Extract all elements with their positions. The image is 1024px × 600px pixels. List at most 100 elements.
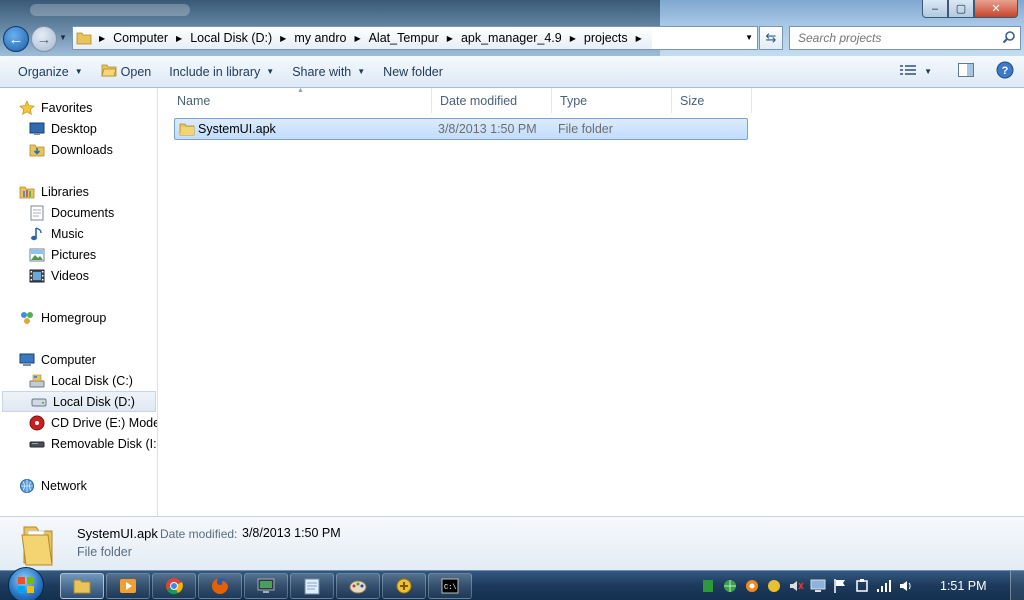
nav-homegroup[interactable]: Homegroup: [18, 307, 106, 328]
breadcrumb-item[interactable]: projects: [580, 27, 632, 49]
breadcrumb-item[interactable]: Local Disk (D:): [186, 27, 276, 49]
file-name: SystemUI.apk: [198, 122, 276, 136]
column-header-name[interactable]: Name: [169, 88, 432, 113]
tray-volume-icon[interactable]: [898, 578, 914, 594]
show-desktop-button[interactable]: [1010, 571, 1024, 600]
nav-desktop[interactable]: Desktop: [28, 118, 97, 139]
nav-label: Favorites: [41, 100, 93, 115]
details-date-value: 3/8/2013 1:50 PM: [242, 526, 341, 540]
address-bar[interactable]: ▶ Computer ▶ Local Disk (D:) ▶ my andro …: [72, 26, 758, 50]
preview-pane-button[interactable]: [958, 63, 974, 80]
tray-yellow-icon[interactable]: [766, 578, 782, 594]
chevron-right-icon[interactable]: ▶: [95, 34, 109, 43]
column-header-type[interactable]: Type: [552, 88, 672, 113]
open-label: Open: [120, 64, 152, 79]
address-dropdown-icon[interactable]: ▼: [745, 33, 753, 42]
nav-disk-c[interactable]: Local Disk (C:): [28, 370, 133, 391]
taskbar-explorer-button[interactable]: [60, 573, 104, 599]
recent-pages-dropdown[interactable]: ▼: [59, 33, 67, 42]
breadcrumb-item[interactable]: my andro: [290, 27, 350, 49]
monitor-app-icon: [257, 578, 275, 593]
downloads-folder-icon: [28, 142, 46, 158]
nav-network[interactable]: Network: [18, 475, 87, 496]
organize-button[interactable]: Organize ▼: [0, 56, 92, 87]
tray-orange-icon[interactable]: [744, 578, 760, 594]
minimize-button[interactable]: –: [922, 0, 948, 18]
tray-green-icon[interactable]: [700, 578, 716, 594]
nav-pictures[interactable]: Pictures: [28, 244, 96, 265]
open-button[interactable]: Open: [92, 56, 161, 87]
close-button[interactable]: ✕: [974, 0, 1018, 18]
chevron-right-icon[interactable]: ▶: [350, 34, 364, 43]
taskbar-firefox-button[interactable]: [198, 573, 242, 599]
new-folder-button[interactable]: New folder: [374, 56, 452, 87]
firefox-icon: [212, 578, 228, 594]
details-file-type: File folder: [77, 545, 132, 559]
nav-cd-drive[interactable]: CD Drive (E:) Moden: [28, 412, 157, 433]
search-input[interactable]: [798, 31, 998, 45]
nav-favorites[interactable]: Favorites: [18, 97, 92, 118]
taskbar-chrome-button[interactable]: [152, 573, 196, 599]
breadcrumb-item[interactable]: Computer: [109, 27, 172, 49]
back-button[interactable]: ←: [3, 26, 29, 52]
forward-button[interactable]: →: [31, 26, 57, 52]
taskbar-notepad-button[interactable]: [290, 573, 334, 599]
system-drive-icon: [28, 373, 46, 389]
nav-music[interactable]: Music: [28, 223, 84, 244]
share-with-button[interactable]: Share with ▼: [283, 56, 374, 87]
taskbar-paint-button[interactable]: [336, 573, 380, 599]
organize-label: Organize: [18, 64, 69, 79]
refresh-button[interactable]: ⇆: [759, 26, 783, 50]
breadcrumb-item[interactable]: Alat_Tempur: [365, 27, 443, 49]
column-header-label: Date modified: [440, 93, 518, 108]
tray-display-icon[interactable]: [810, 578, 826, 594]
nav-downloads[interactable]: Downloads: [28, 139, 113, 160]
include-in-library-button[interactable]: Include in library ▼: [160, 56, 283, 87]
breadcrumb-item[interactable]: apk_manager_4.9: [457, 27, 566, 49]
libraries-icon: [18, 184, 36, 200]
breadcrumb: ▶ Computer ▶ Local Disk (D:) ▶ my andro …: [73, 27, 652, 49]
taskbar-clock[interactable]: 1:51 PM: [940, 571, 987, 600]
system-tray: [700, 571, 914, 600]
nav-removable-disk[interactable]: Removable Disk (I:): [28, 433, 157, 454]
help-icon: ?: [996, 61, 1014, 79]
table-row[interactable]: SystemUI.apk 3/8/2013 1:50 PM File folde…: [174, 118, 748, 140]
chevron-right-icon[interactable]: ▶: [566, 34, 580, 43]
change-view-button[interactable]: ▼: [900, 64, 932, 79]
svg-text:C:\: C:\: [444, 584, 457, 592]
tray-signal-icon[interactable]: [876, 578, 892, 594]
music-icon: [28, 226, 46, 242]
help-button[interactable]: ?: [996, 61, 1014, 82]
taskbar-cmd-button[interactable]: C:\: [428, 573, 472, 599]
chevron-right-icon[interactable]: ▶: [172, 34, 186, 43]
tray-network-globe-icon[interactable]: [722, 578, 738, 594]
nav-computer[interactable]: Computer: [18, 349, 96, 370]
search-icon[interactable]: [1002, 30, 1016, 47]
large-folder-icon: [20, 521, 56, 570]
chevron-right-icon[interactable]: ▶: [632, 34, 646, 43]
details-pane: SystemUI.apk Date modified: 3/8/2013 1:5…: [0, 516, 1024, 570]
nav-videos[interactable]: Videos: [28, 265, 89, 286]
column-header-size[interactable]: Size: [672, 88, 752, 113]
taskbar-app-button[interactable]: [244, 573, 288, 599]
paint-icon: [349, 580, 367, 594]
maximize-button[interactable]: ▢: [948, 0, 974, 18]
tray-flag-icon[interactable]: [832, 578, 848, 594]
taskbar-tool-button[interactable]: [382, 573, 426, 599]
column-header-date[interactable]: Date modified: [432, 88, 552, 113]
taskbar-media-player-button[interactable]: [106, 573, 150, 599]
nav-documents[interactable]: Documents: [28, 202, 114, 223]
start-button[interactable]: [8, 567, 44, 600]
chevron-down-icon: ▼: [924, 67, 932, 76]
tray-power-icon[interactable]: [854, 578, 870, 594]
nav-libraries[interactable]: Libraries: [18, 181, 89, 202]
chevron-right-icon[interactable]: ▶: [276, 34, 290, 43]
chevron-right-icon[interactable]: ▶: [443, 34, 457, 43]
tool-app-icon: [396, 578, 412, 594]
tray-speaker-muted-icon[interactable]: [788, 578, 804, 594]
refresh-icon: ⇆: [765, 30, 777, 45]
nav-disk-d[interactable]: Local Disk (D:): [2, 391, 156, 412]
navigation-pane: Favorites Desktop Downloads Libraries Do…: [0, 88, 158, 516]
new-folder-label: New folder: [383, 64, 443, 79]
media-player-icon: [120, 579, 136, 593]
